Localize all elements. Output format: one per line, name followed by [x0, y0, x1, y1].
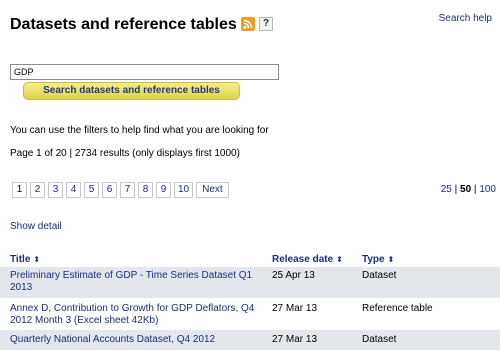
next-page-button[interactable]: Next [196, 182, 229, 198]
page-link-3[interactable]: 3 [48, 182, 63, 198]
table-header: Title ⬍ Release date ⬍ Type ⬍ [0, 249, 500, 267]
per-page-25[interactable]: 25 [441, 184, 452, 195]
column-release-date-label: Release date [272, 254, 334, 265]
rss-icon[interactable] [241, 17, 255, 31]
results-summary: Page 1 of 20 | 2734 results (only displa… [10, 148, 240, 159]
results-per-page: 25 | 50 | 100 [441, 184, 496, 195]
row-type: Dataset [362, 334, 397, 345]
per-page-separator: | [473, 184, 477, 195]
page-link-2[interactable]: 2 [30, 182, 45, 198]
page-link-8[interactable]: 8 [138, 182, 153, 198]
row-title-link[interactable]: Preliminary Estimate of GDP - Time Serie… [10, 270, 272, 294]
page-link-1[interactable]: 1 [12, 182, 27, 198]
row-release-date: 27 Mar 13 [272, 334, 318, 345]
page-title: Datasets and reference tables [10, 16, 237, 33]
page-link-10[interactable]: 10 [174, 182, 194, 198]
per-page-100[interactable]: 100 [479, 184, 496, 195]
show-detail-link[interactable]: Show detail [10, 221, 62, 232]
column-header-type[interactable]: Type ⬍ [362, 254, 394, 265]
row-title-link[interactable]: Annex D, Contribution to Growth for GDP … [10, 303, 272, 327]
page-link-5[interactable]: 5 [84, 182, 99, 198]
page-link-6[interactable]: 6 [102, 182, 117, 198]
table-row: Annex D, Contribution to Growth for GDP … [0, 298, 500, 330]
pagination: 1 2 3 4 5 6 7 8 9 10 Next [12, 182, 229, 198]
search-input[interactable] [10, 64, 279, 80]
row-type: Dataset [362, 270, 397, 281]
table-row: Quarterly National Accounts Dataset, Q4 … [0, 330, 500, 350]
results-table: Title ⬍ Release date ⬍ Type ⬍ Preliminary E… [0, 249, 500, 350]
page-link-9[interactable]: 9 [156, 182, 171, 198]
row-type: Reference table [362, 303, 433, 314]
filters-hint: You can use the filters to help find wha… [10, 125, 269, 136]
page-link-7[interactable]: 7 [120, 182, 135, 198]
column-header-release-date[interactable]: Release date ⬍ [272, 254, 343, 265]
sort-icon[interactable]: ⬍ [388, 255, 395, 264]
search-button[interactable]: Search datasets and reference tables [23, 82, 240, 100]
column-type-label: Type [362, 254, 385, 265]
sort-icon[interactable]: ⬍ [33, 255, 40, 264]
column-header-title[interactable]: Title ⬍ [10, 254, 40, 265]
row-title-link[interactable]: Quarterly National Accounts Dataset, Q4 … [10, 334, 272, 346]
row-release-date: 27 Mar 13 [272, 303, 318, 314]
row-release-date: 25 Apr 13 [272, 270, 315, 281]
table-row: Preliminary Estimate of GDP - Time Serie… [0, 267, 500, 298]
sort-icon[interactable]: ⬍ [336, 255, 343, 264]
page-link-4[interactable]: 4 [66, 182, 81, 198]
search-help-link[interactable]: Search help [439, 13, 492, 24]
per-page-50: 50 [460, 184, 472, 195]
help-icon[interactable]: ? [259, 17, 273, 31]
column-title-label: Title [10, 254, 31, 265]
per-page-separator: | [454, 184, 458, 195]
